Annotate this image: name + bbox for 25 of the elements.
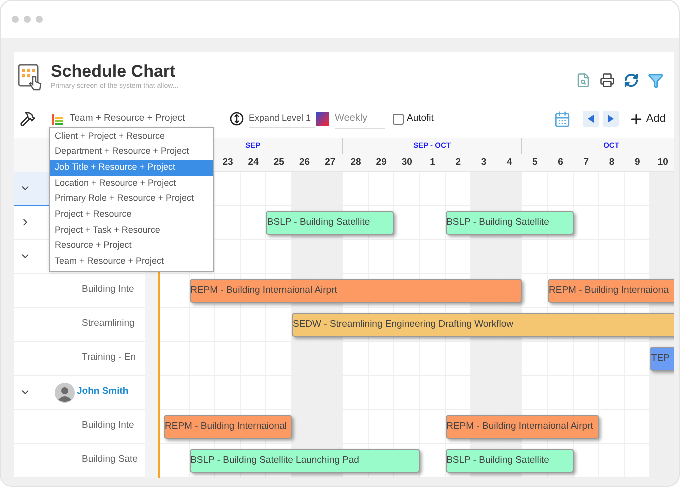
day-header: 1 <box>429 156 436 170</box>
task-label: Building Sate <box>82 453 138 468</box>
day-header: 24 <box>247 156 260 170</box>
day-header: 8 <box>608 156 616 170</box>
day-header: 23 <box>222 156 234 170</box>
day-header: 27 <box>324 156 337 170</box>
day-header: 26 <box>298 156 312 170</box>
day-header: 3 <box>480 156 488 170</box>
day-header: 6 <box>557 156 564 170</box>
day-header: 10 <box>656 156 670 170</box>
day-header: 9 <box>634 156 642 170</box>
task-label: Streamlining <box>82 317 135 332</box>
day-header: 29 <box>375 156 388 170</box>
day-header: 5 <box>532 156 539 170</box>
autofit-label: Autofit <box>407 112 434 126</box>
page-title: Schedule Chart <box>51 62 177 82</box>
day-header: 28 <box>350 156 362 170</box>
day-header: 30 <box>400 156 414 170</box>
task-label: Building Inte <box>82 419 134 434</box>
day-header: 7 <box>582 156 590 170</box>
day-header: 25 <box>272 156 286 170</box>
day-header: 2 <box>454 156 462 170</box>
task-label: Training - En <box>82 351 136 366</box>
day-header: 4 <box>506 156 514 170</box>
task-label: Building Inte <box>82 283 134 298</box>
